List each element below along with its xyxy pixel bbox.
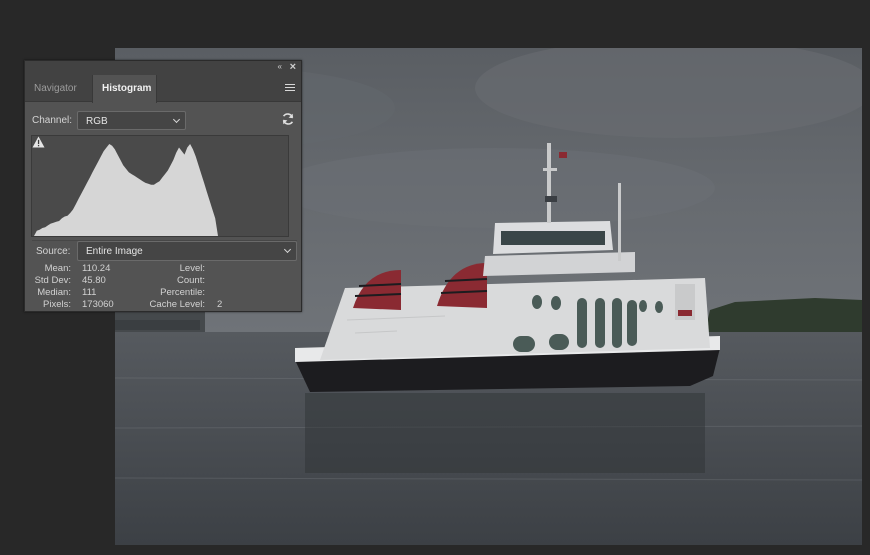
channel-row: Channel: RGB: [32, 110, 297, 130]
refresh-icon[interactable]: [281, 112, 295, 126]
panel-tab-bar: Navigator Histogram: [25, 75, 301, 103]
tab-histogram[interactable]: Histogram: [92, 75, 157, 103]
warning-icon[interactable]: [32, 136, 45, 148]
chevron-down-icon: [172, 115, 181, 124]
channel-label: Channel:: [32, 115, 73, 126]
stat-value: 173060: [82, 299, 114, 310]
channel-value: RGB: [86, 116, 108, 127]
stat-value: 111: [82, 287, 97, 298]
stat-value: 2: [217, 299, 223, 310]
stat-value: 45.80: [82, 275, 106, 286]
panel-title-bar[interactable]: « ×: [25, 61, 301, 75]
stat-row-stddev: Std Dev: 45.80 Count:: [25, 275, 301, 287]
histogram-statistics: Mean: 110.24 Level: Std Dev: 45.80 Count…: [25, 263, 301, 311]
histogram-chart: [34, 144, 218, 236]
chevron-down-icon: [283, 245, 292, 254]
histogram-panel: « × Navigator Histogram Channel: RGB Sou…: [24, 60, 302, 312]
stat-label: Count:: [177, 275, 205, 286]
histogram-graph: [31, 135, 289, 237]
panel-menu-icon[interactable]: [285, 84, 295, 92]
source-row: Source: Entire Image: [32, 240, 297, 261]
stat-row-pixels: Pixels: 173060 Cache Level: 2: [25, 299, 301, 311]
channel-dropdown[interactable]: RGB: [77, 111, 186, 130]
stat-row-mean: Mean: 110.24 Level:: [25, 263, 301, 275]
close-icon[interactable]: ×: [290, 61, 296, 73]
stat-label: Std Dev:: [34, 275, 71, 286]
source-dropdown[interactable]: Entire Image: [77, 241, 297, 261]
collapse-panel-icon[interactable]: «: [278, 62, 283, 71]
stat-label: Median:: [37, 287, 71, 298]
histogram-shape: [34, 144, 218, 236]
stat-label: Pixels:: [43, 299, 71, 310]
source-label: Source:: [36, 246, 71, 257]
tab-navigator[interactable]: Navigator: [25, 75, 86, 102]
stat-label: Mean:: [44, 263, 71, 274]
stat-label: Level:: [179, 263, 205, 274]
source-value: Entire Image: [86, 246, 143, 257]
stat-row-median: Median: 111 Percentile:: [25, 287, 301, 299]
stat-label: Percentile:: [160, 287, 205, 298]
stat-value: 110.24: [82, 263, 111, 274]
stat-label: Cache Level:: [149, 299, 205, 310]
